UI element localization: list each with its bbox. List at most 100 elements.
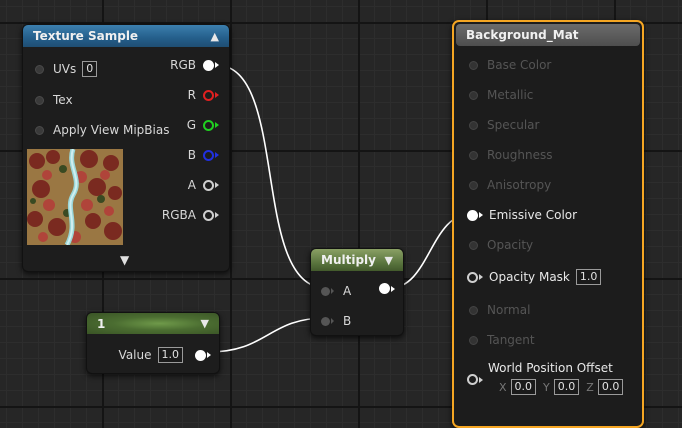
collapse-chevron-down-icon[interactable]: ▼	[385, 254, 393, 267]
pin-label: World Position Offset	[488, 361, 613, 375]
opacity-mask-value-field[interactable]: 1.0	[575, 269, 602, 285]
input-pin-icon[interactable]	[467, 209, 478, 221]
pin-label: RGB	[170, 58, 196, 72]
pin-label: A	[343, 284, 352, 298]
pin-icon[interactable]	[35, 95, 44, 105]
pin-label: Metallic	[487, 88, 534, 102]
wpo-y-field[interactable]: 0.0	[553, 379, 580, 395]
pin-arrow-icon	[479, 274, 483, 280]
input-pin-icon[interactable]	[467, 374, 478, 385]
pin-opacity[interactable]: Opacity	[469, 238, 533, 252]
output-pin-icon[interactable]	[203, 179, 214, 191]
pin-arrow-icon	[215, 182, 219, 188]
pin-label: Base Color	[487, 58, 552, 72]
pin-label: Value	[118, 348, 152, 362]
output-pin-icon[interactable]	[203, 149, 214, 161]
pin-normal[interactable]: Normal	[469, 303, 530, 317]
multiply-header[interactable]: Multiply ▼	[311, 249, 403, 271]
pin-tangent[interactable]: Tangent	[469, 333, 535, 347]
output-g[interactable]: G	[187, 118, 219, 132]
constant-value-field[interactable]: 1.0	[157, 347, 183, 363]
input-pin-icon[interactable]	[321, 316, 330, 326]
output-pin-icon[interactable]	[203, 119, 214, 131]
texture-preview-thumbnail	[27, 149, 123, 245]
material-result-node[interactable]: Background_Mat Base Color Metallic Specu…	[452, 20, 644, 428]
output-pin-icon[interactable]	[203, 209, 214, 221]
pin-arrow-icon	[215, 212, 219, 218]
pin-label: Roughness	[487, 148, 553, 162]
x-label: X	[499, 380, 507, 394]
pin-arrow-icon	[391, 285, 395, 292]
collapse-chevron-up-icon[interactable]: ▲	[211, 30, 219, 43]
output-pin-icon[interactable]	[379, 283, 390, 294]
output-r[interactable]: R	[188, 88, 219, 102]
output-value[interactable]: Value 1.0	[119, 347, 211, 363]
expand-chevron-down-icon[interactable]: ▼	[120, 253, 129, 267]
pin-label: Tangent	[487, 333, 535, 347]
texture-sample-header[interactable]: Texture Sample ▲	[23, 25, 229, 47]
pin-arrow-icon	[331, 288, 334, 294]
pin-uvs[interactable]: UVs 0	[35, 61, 98, 77]
pin-label: R	[187, 88, 196, 102]
pin-anisotropy[interactable]: Anisotropy	[469, 178, 551, 192]
output-rgba[interactable]: RGBA	[162, 208, 219, 222]
wpo-x-field[interactable]: 0.0	[510, 379, 537, 395]
pin-specular[interactable]: Specular	[469, 118, 539, 132]
input-pin-icon[interactable]	[469, 335, 478, 345]
pin-label: Opacity Mask	[489, 270, 570, 284]
output-pin-icon[interactable]	[203, 59, 214, 71]
input-pin-icon[interactable]	[321, 286, 330, 296]
output-a[interactable]: A	[188, 178, 219, 192]
wpo-z-field[interactable]: 0.0	[597, 379, 624, 395]
wpo-vector-fields: X 0.0 Y 0.0 Z 0.0	[499, 379, 624, 395]
pin-base-color[interactable]: Base Color	[469, 58, 551, 72]
pin-label: B	[187, 148, 196, 162]
collapse-chevron-down-icon[interactable]: ▼	[201, 317, 209, 330]
uvs-value-field[interactable]: 0	[82, 61, 98, 77]
pin-label: Normal	[487, 303, 531, 317]
pin-arrow-icon	[215, 152, 219, 158]
input-pin-icon[interactable]	[469, 120, 478, 130]
pin-opacity-mask[interactable]: Opacity Mask 1.0	[467, 269, 602, 285]
texture-sample-node[interactable]: Texture Sample ▲ UVs 0 Tex Apply View Mi…	[22, 24, 230, 272]
output-rgb[interactable]: RGB	[170, 58, 219, 72]
pin-arrow-icon	[215, 92, 219, 98]
texture-sample-title: Texture Sample	[33, 29, 139, 43]
multiply-title: Multiply	[321, 253, 376, 267]
pin-icon[interactable]	[35, 125, 44, 135]
input-pin-icon[interactable]	[469, 150, 478, 160]
input-a[interactable]: A	[321, 284, 351, 298]
pin-roughness[interactable]: Roughness	[469, 148, 552, 162]
pin-label: Specular	[487, 118, 540, 132]
pin-arrow-icon	[331, 318, 334, 324]
pin-label: RGBA	[161, 208, 196, 222]
pin-apply-view-mipbias[interactable]: Apply View MipBias	[35, 123, 169, 137]
pin-label: B	[343, 314, 352, 328]
input-b[interactable]: B	[321, 314, 351, 328]
pin-label: UVs	[53, 62, 77, 76]
pin-arrow-icon	[215, 122, 219, 128]
output-b[interactable]: B	[188, 148, 219, 162]
input-pin-icon[interactable]	[467, 271, 478, 283]
constant-node[interactable]: 1 ▼ Value 1.0	[86, 312, 220, 374]
input-pin-icon[interactable]	[469, 180, 478, 190]
constant-header[interactable]: 1 ▼	[87, 313, 219, 334]
material-header[interactable]: Background_Mat	[456, 24, 640, 46]
constant-title: 1	[97, 316, 106, 331]
input-pin-icon[interactable]	[469, 90, 478, 100]
y-label: Y	[543, 380, 550, 394]
output-result[interactable]	[379, 283, 395, 294]
pin-metallic[interactable]: Metallic	[469, 88, 533, 102]
multiply-node[interactable]: Multiply ▼ A B	[310, 248, 404, 336]
pin-tex[interactable]: Tex	[35, 93, 73, 107]
input-pin-icon[interactable]	[469, 240, 478, 250]
pin-icon[interactable]	[35, 64, 44, 74]
pin-arrow-icon	[207, 352, 211, 358]
input-pin-icon[interactable]	[469, 60, 478, 70]
z-label: Z	[586, 380, 594, 394]
pin-label: A	[187, 178, 196, 192]
input-pin-icon[interactable]	[469, 305, 478, 315]
pin-emissive-color[interactable]: Emissive Color	[467, 208, 577, 222]
output-pin-icon[interactable]	[195, 349, 206, 361]
output-pin-icon[interactable]	[203, 89, 214, 101]
